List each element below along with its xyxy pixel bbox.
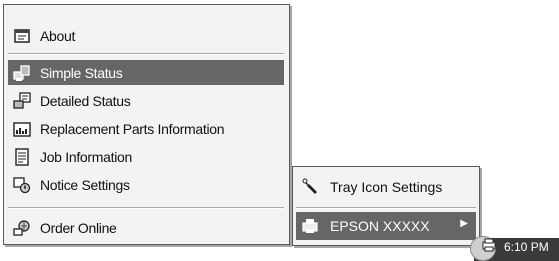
tray-printer-icon[interactable] — [481, 237, 497, 253]
menu-separator — [296, 207, 476, 209]
menu-item-about[interactable]: About — [8, 23, 284, 48]
context-menu: About Simple Status Detailed Status Repl… — [3, 4, 290, 245]
menu-item-label: Simple Status — [40, 64, 123, 81]
menu-separator — [8, 53, 284, 55]
menu-item-tray-icon-settings[interactable]: Tray Icon Settings — [296, 173, 476, 201]
menu-separator — [8, 207, 284, 209]
wrench-icon — [300, 177, 320, 197]
menu-item-label: About — [40, 27, 76, 44]
menu-item-label: Job Information — [40, 148, 132, 165]
detailed-status-icon — [12, 91, 32, 111]
menu-item-label: Tray Icon Settings — [330, 179, 443, 195]
ink-cartridge-icon — [12, 119, 32, 139]
order-online-icon — [12, 218, 32, 238]
status-icon — [12, 63, 32, 83]
notice-icon — [12, 175, 32, 195]
menu-item-label: EPSON XXXXX — [330, 218, 430, 234]
tray-submenu: Tray Icon Settings EPSON XXXXX ▶ — [292, 166, 480, 246]
menu-item-notice-settings[interactable]: Notice Settings — [8, 172, 284, 197]
menu-item-simple-status[interactable]: Simple Status — [8, 60, 284, 85]
document-icon — [12, 147, 32, 167]
taskbar-clock[interactable]: 6:10 PM — [504, 240, 549, 254]
menu-item-detailed-status[interactable]: Detailed Status — [8, 88, 284, 113]
menu-item-order-online[interactable]: Order Online — [8, 215, 284, 240]
about-window-icon — [12, 26, 32, 46]
menu-item-replacement-parts[interactable]: Replacement Parts Information — [8, 116, 284, 141]
menu-item-epson-printer[interactable]: EPSON XXXXX ▶ — [296, 212, 476, 240]
submenu-arrow-icon: ▶ — [460, 218, 468, 229]
menu-item-label: Order Online — [40, 219, 117, 236]
menu-item-label: Notice Settings — [40, 176, 130, 193]
menu-item-label: Detailed Status — [40, 92, 131, 109]
desktop: About Simple Status Detailed Status Repl… — [0, 0, 559, 261]
menu-item-label: Replacement Parts Information — [40, 120, 225, 137]
menu-item-job-information[interactable]: Job Information — [8, 144, 284, 169]
printer-icon — [300, 216, 320, 236]
